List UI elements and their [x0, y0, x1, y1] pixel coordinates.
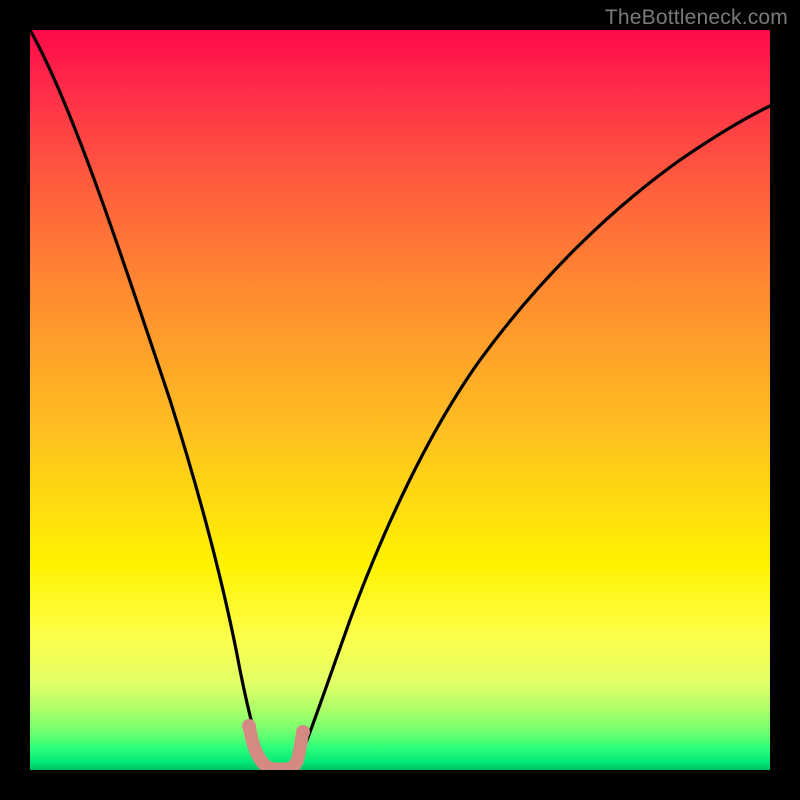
plot-area [30, 30, 770, 770]
watermark-text: TheBottleneck.com [605, 6, 788, 30]
curve-layer [30, 30, 770, 770]
bottleneck-curve [30, 30, 770, 769]
basin-marker [242, 719, 310, 769]
chart-frame: TheBottleneck.com [0, 0, 800, 800]
